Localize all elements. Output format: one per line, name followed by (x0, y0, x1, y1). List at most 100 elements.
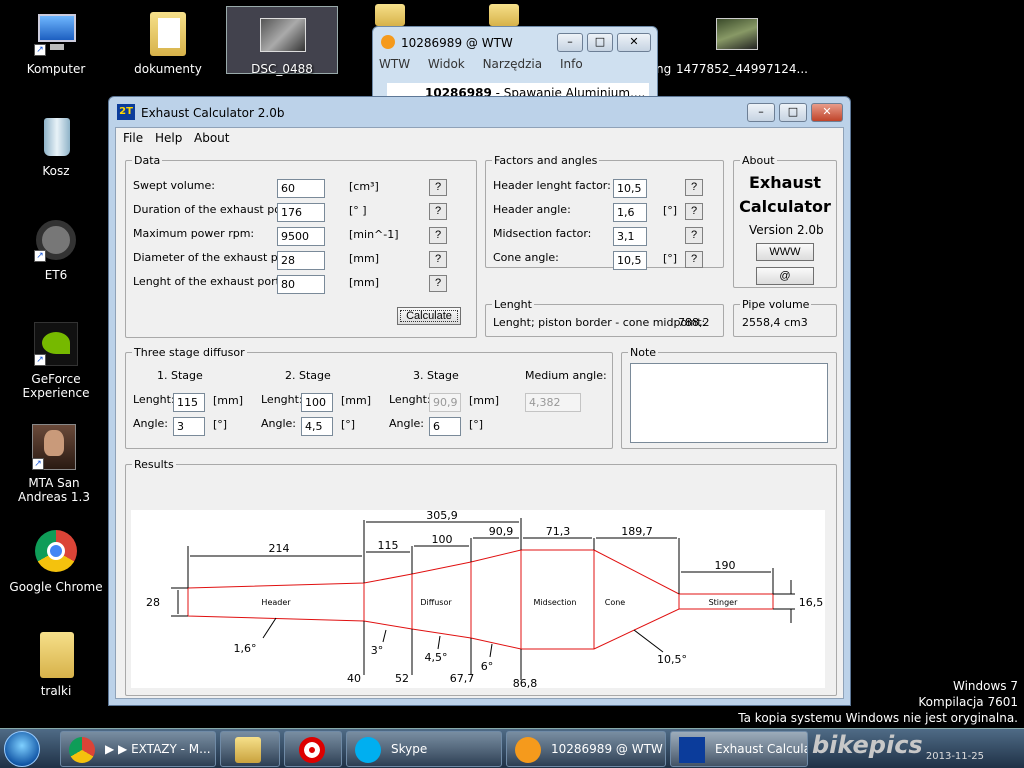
desktop-icon-label: dokumenty (134, 62, 202, 76)
port-diameter-help-button[interactable]: ? (429, 251, 447, 268)
desktop-icon-kosz[interactable]: Kosz (6, 112, 106, 178)
header-angle-unit: [°] (663, 204, 678, 217)
max-rpm-help-button[interactable]: ? (429, 227, 447, 244)
chrome-icon (32, 528, 80, 576)
www-button[interactable]: WWW (756, 243, 814, 261)
desktop-icon-label: Google Chrome (9, 580, 103, 594)
note-group: Note (621, 346, 837, 449)
menu-file[interactable]: File (123, 131, 143, 145)
stage1-lenght-input[interactable]: 115 (173, 393, 205, 412)
taskbar-exhaust-button[interactable]: Exhaust Calculato (670, 731, 808, 767)
wtw-menu-widok[interactable]: Widok (428, 57, 465, 71)
swept-volume-help-button[interactable]: ? (429, 179, 447, 196)
note-textarea[interactable] (630, 363, 828, 443)
dim-stinger: 190 (715, 559, 736, 572)
wtw-close-button[interactable]: ✕ (617, 33, 651, 52)
menubar: File Help About (116, 128, 843, 148)
wtw-icon (515, 737, 541, 763)
taskbar-wtw-button[interactable]: 10286989 @ WTW (506, 731, 666, 767)
port-diameter-input[interactable]: 28 (277, 251, 325, 270)
swept-volume-input[interactable]: 60 (277, 179, 325, 198)
minimize-button[interactable]: – (747, 103, 775, 122)
cone-angle-input[interactable]: 10,5 (613, 251, 647, 270)
taskbar-skype-button[interactable]: Skype (346, 731, 502, 767)
desktop-icon-photo[interactable]: 1477852_44997124... (676, 10, 808, 76)
menu-help[interactable]: Help (155, 131, 182, 145)
angle-stage1: 3° (371, 644, 384, 657)
port-length-input[interactable]: 80 (277, 275, 325, 294)
stage2-angle-input[interactable]: 4,5 (301, 417, 333, 436)
desktop-icon-geforce[interactable]: ↗ GeForce Experience (0, 320, 112, 400)
port-duration-input[interactable]: 176 (277, 203, 325, 222)
port-length-unit: [mm] (349, 276, 380, 289)
taskbar-chrome-label: ▶ ▶ EXTAZY - M... (105, 742, 211, 756)
taskbar-chrome-button[interactable]: ▶ ▶ EXTAZY - M... (60, 731, 216, 767)
stage2-lenght-input[interactable]: 100 (301, 393, 333, 412)
swept-volume-label: Swept volume: (133, 179, 215, 192)
exhaust-calculator-window[interactable]: 2T Exhaust Calculator 2.0b – □ ✕ File He… (108, 96, 851, 706)
cone-angle-label: Cone angle: (493, 251, 559, 264)
calculate-button[interactable]: Calculate (397, 307, 461, 325)
desktop-icon-tralki[interactable]: tralki (6, 632, 106, 698)
wtw-menu-info[interactable]: Info (560, 57, 583, 71)
angle-stage3: 6° (481, 660, 494, 673)
header-angle-help-button[interactable]: ? (685, 203, 703, 220)
desktop-icon-label: ET6 (44, 268, 68, 282)
dim-stage3: 90,9 (489, 525, 514, 538)
section-cone-label: Cone (605, 598, 626, 607)
header-length-factor-help-button[interactable]: ? (685, 179, 703, 196)
wtw-maximize-button[interactable]: □ (587, 33, 613, 52)
desktop-icon-label: tralki (40, 684, 72, 698)
window-titlebar[interactable]: 2T Exhaust Calculator 2.0b – □ ✕ (109, 97, 850, 127)
header-length-factor-input[interactable]: 10,5 (613, 179, 647, 198)
stage3-angle-input[interactable]: 6 (429, 417, 461, 436)
diameter-d1: 40 (347, 672, 361, 685)
section-diffusor-label: Diffusor (420, 598, 452, 607)
diameter-d3: 67,7 (450, 672, 475, 685)
desktop-icon-et6[interactable]: ↗ ET6 (6, 216, 106, 282)
midsection-factor-input[interactable]: 3,1 (613, 227, 647, 246)
angle-header: 1,6° (234, 642, 257, 655)
wtw-window[interactable]: 10286989 @ WTW – □ ✕ WTW Widok Narzędzia… (372, 26, 658, 106)
desktop-icon-dsc0488[interactable]: DSC_0488 (226, 6, 338, 76)
pipe-volume-group: Pipe volume 2558,4 cm3 (733, 298, 837, 337)
email-button[interactable]: @ (756, 267, 814, 285)
midsection-factor-help-button[interactable]: ? (685, 227, 703, 244)
exhaust-diagram: 214 115 100 90,9 305,9 71,3 189,7 190 28… (131, 509, 825, 690)
desktop-icon-mta[interactable]: ↗ MTA San Andreas 1.3 (4, 424, 104, 504)
stage3-angle-unit: [°] (469, 418, 484, 431)
pipe-volume-value: 2558,4 cm3 (742, 316, 808, 329)
diffusor-group-title: Three stage diffusor (132, 346, 247, 359)
data-group-title: Data (132, 154, 163, 167)
close-button[interactable]: ✕ (811, 103, 843, 122)
start-button[interactable] (4, 731, 40, 767)
taskbar-explorer-button[interactable] (220, 731, 280, 767)
stage1-lenght-label: Lenght: (133, 393, 175, 406)
port-diameter-label: Diameter of the exhaust port: (133, 251, 298, 264)
port-duration-unit: [° ] (349, 204, 367, 217)
diffusor-group: Three stage diffusor 1. Stage 2. Stage 3… (125, 346, 613, 449)
taskbar-opera-button[interactable] (284, 731, 342, 767)
stage1-lenght-unit: [mm] (213, 394, 244, 407)
medium-angle-input: 4,382 (525, 393, 581, 412)
note-group-title: Note (628, 346, 659, 359)
stage3-lenght-label: Lenght: (389, 393, 431, 406)
wtw-menu-narzedzia[interactable]: Narzędzia (483, 57, 543, 71)
desktop-icon-dokumenty[interactable]: dokumenty (118, 10, 218, 76)
max-rpm-input[interactable]: 9500 (277, 227, 325, 246)
desktop-icon-komputer[interactable]: ↗ Komputer (6, 10, 106, 76)
menu-about[interactable]: About (194, 131, 229, 145)
stage1-angle-label: Angle: (133, 417, 169, 430)
maximize-button[interactable]: □ (779, 103, 807, 122)
stage1-angle-input[interactable]: 3 (173, 417, 205, 436)
max-rpm-unit: [min^-1] (349, 228, 399, 241)
header-angle-input[interactable]: 1,6 (613, 203, 647, 222)
wtw-minimize-button[interactable]: – (557, 33, 583, 52)
pipe-volume-group-title: Pipe volume (740, 298, 812, 311)
header-angle-label: Header angle: (493, 203, 571, 216)
desktop-icon-chrome[interactable]: Google Chrome (6, 528, 106, 594)
cone-angle-help-button[interactable]: ? (685, 251, 703, 268)
port-duration-help-button[interactable]: ? (429, 203, 447, 220)
wtw-menu-wtw[interactable]: WTW (379, 57, 410, 71)
port-length-help-button[interactable]: ? (429, 275, 447, 292)
